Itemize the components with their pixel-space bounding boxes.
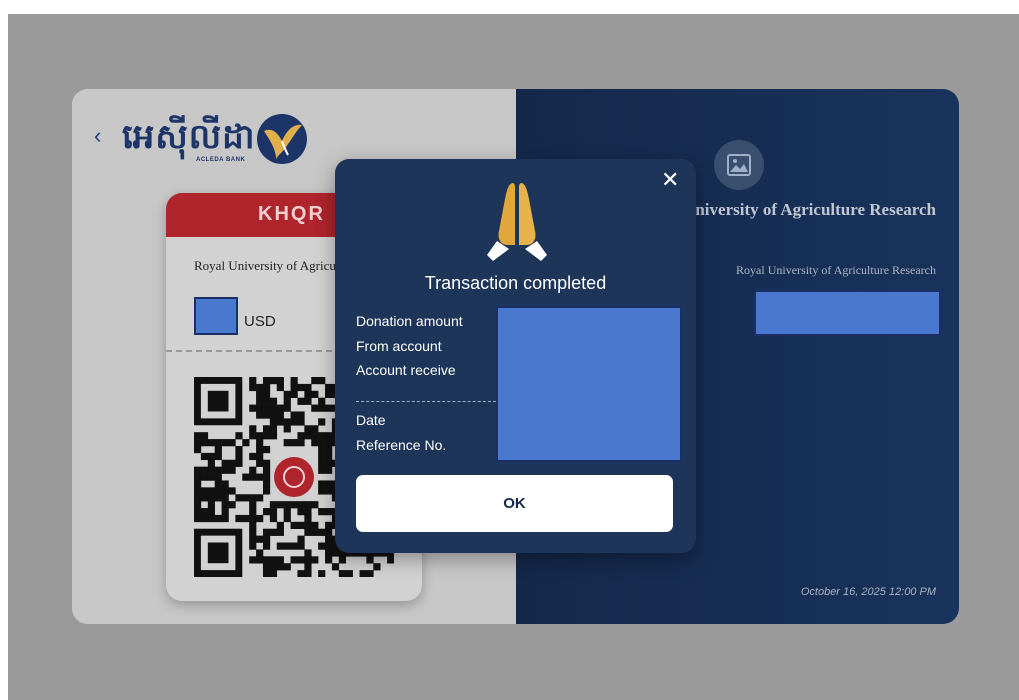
modal-title: Transaction completed — [424, 273, 607, 293]
currency-label: USD — [244, 313, 276, 330]
amount-redaction — [754, 290, 941, 336]
acleda-logo-icon — [257, 114, 307, 164]
praying-hands-icon — [487, 183, 547, 261]
image-placeholder-icon — [714, 140, 764, 190]
brand-subtitle: ACLEDA BANK — [196, 157, 246, 163]
details-redaction — [496, 306, 682, 462]
label-from-account: From account — [356, 338, 442, 354]
label-date: Date — [356, 412, 386, 428]
transaction-modal: ✕ Transaction completed Donation amount … — [335, 159, 696, 553]
close-icon[interactable]: ✕ — [661, 167, 679, 193]
transaction-datetime: October 16, 2025 12:00 PM — [800, 586, 936, 598]
khqr-badge-icon — [274, 457, 314, 497]
ok-button[interactable]: OK — [356, 475, 673, 532]
dashed-divider — [356, 401, 496, 402]
label-donation-amount: Donation amount — [356, 313, 463, 329]
khqr-label: KHQR — [258, 203, 325, 225]
label-account-receive: Account receive — [356, 362, 456, 378]
back-chevron-icon[interactable]: ‹ — [94, 125, 101, 147]
label-reference-no: Reference No. — [356, 437, 447, 453]
amount-redaction — [194, 297, 238, 335]
